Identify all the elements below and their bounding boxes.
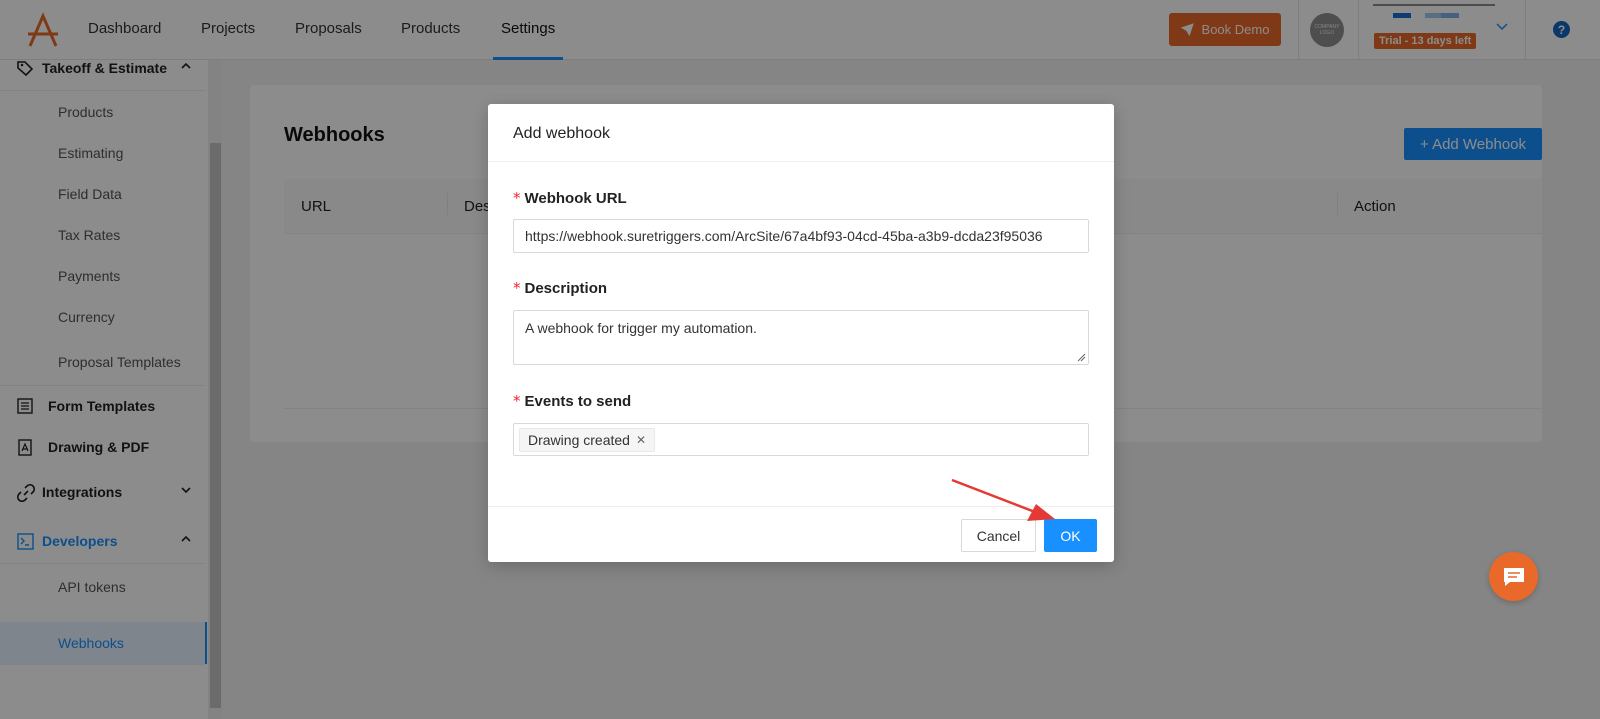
description-textarea[interactable]: A webhook for trigger my automation.	[513, 310, 1089, 365]
close-icon[interactable]: ✕	[636, 433, 646, 447]
required-asterisk: *	[513, 279, 521, 297]
resize-handle-icon[interactable]	[1077, 353, 1086, 362]
required-asterisk: *	[513, 189, 521, 207]
webhook-url-input[interactable]: https://webhook.suretriggers.com/ArcSite…	[513, 219, 1089, 253]
required-asterisk: *	[513, 392, 521, 410]
webhook-url-label: * Webhook URL	[513, 189, 627, 207]
event-tag: Drawing created ✕	[519, 428, 655, 452]
event-tag-label: Drawing created	[528, 432, 630, 448]
events-label: * Events to send	[513, 392, 632, 410]
chat-icon	[1503, 567, 1524, 586]
annotation-arrow-icon	[951, 478, 1055, 521]
description-label: * Description	[513, 279, 608, 297]
modal-title: Add webhook	[513, 125, 610, 142]
events-select[interactable]: Drawing created ✕	[513, 423, 1089, 456]
chat-widget-button[interactable]	[1489, 552, 1538, 601]
modal-header: Add webhook	[488, 104, 1114, 162]
